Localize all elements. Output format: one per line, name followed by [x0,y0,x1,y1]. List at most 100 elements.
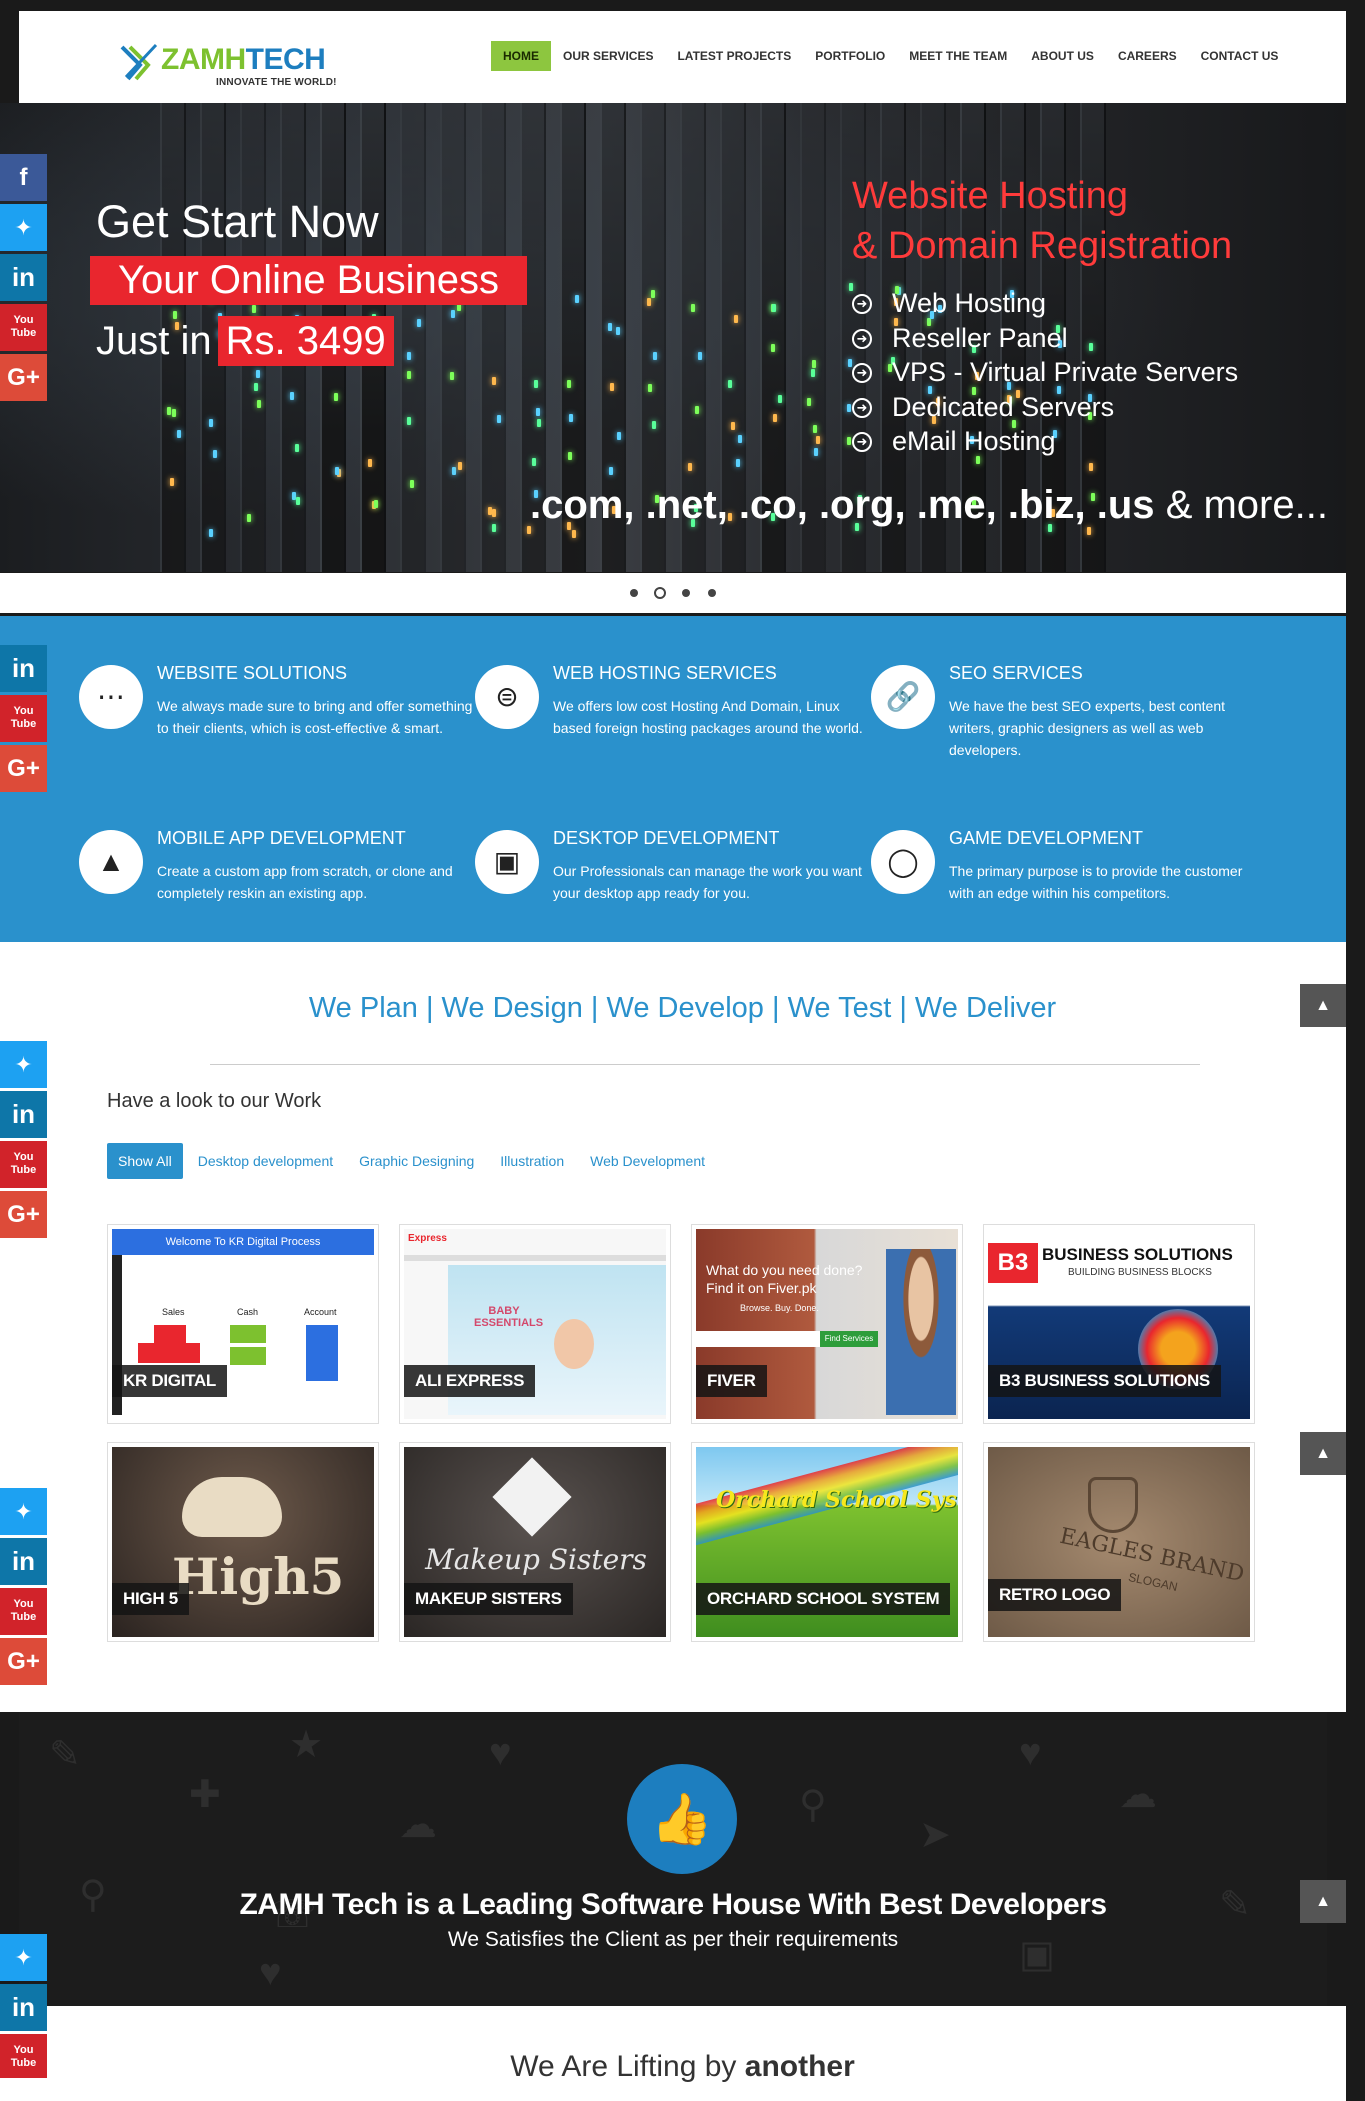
nav-latest-projects[interactable]: LATEST PROJECTS [665,41,803,71]
project-thumbnail: Express BABY ESSENTIALS ALI EXPRESS [404,1229,666,1419]
google-plus-icon[interactable]: G+ [0,354,47,401]
social-bar: f ✦ in You Tube G+ [0,154,47,404]
project-thumbnail: Orchard School System ORCHARD SCHOOL SYS… [696,1447,958,1637]
linkedin-icon[interactable]: in [0,645,47,692]
project-card-ali-express[interactable]: Express BABY ESSENTIALS ALI EXPRESS [399,1224,671,1424]
server-led [209,529,213,537]
nav-home[interactable]: HOME [491,41,551,71]
slider-dot[interactable] [630,589,638,597]
project-card-fiver[interactable]: What do you need done? Find it on Fiver.… [691,1224,963,1424]
server-led [257,400,261,408]
hero-headline: Get Start Now [96,196,379,247]
lifting-section: We Are Lifting by another [0,2006,1346,2101]
pattern-icon: ♥ [259,1952,282,1994]
twitter-icon[interactable]: ✦ [0,1041,47,1088]
project-caption: ORCHARD SCHOOL SYSTEM [696,1583,951,1615]
project-card-high-5[interactable]: High5 HIGH 5 [107,1442,379,1642]
service-desc: We offers low cost Hosting And Domain, L… [553,698,863,736]
server-led [177,430,181,438]
filter-illustration[interactable]: Illustration [489,1143,575,1179]
thumb-block [154,1325,186,1343]
thumb-sub: SLOGAN [1127,1569,1179,1595]
server-led [695,406,699,414]
server-led [209,419,213,427]
twitter-icon[interactable]: ✦ [0,1488,47,1535]
server-led [256,370,260,378]
google-plus-icon[interactable]: G+ [0,1638,47,1685]
site-logo[interactable]: ZAMHTECH INNOVATE THE WORLD! [120,37,360,89]
pattern-icon: ☁ [1119,1774,1157,1816]
linkedin-icon[interactable]: in [0,254,47,301]
server-led [247,514,251,522]
youtube-icon[interactable]: You Tube [0,1141,47,1188]
google-plus-icon[interactable]: G+ [0,1191,47,1238]
server-led [368,459,372,467]
nav-about-us[interactable]: ABOUT US [1019,41,1106,71]
server-led [731,422,735,430]
portfolio-filters: Show All Desktop development Graphic Des… [107,1143,720,1179]
filter-graphic-designing[interactable]: Graphic Designing [348,1143,485,1179]
nav-contact-us[interactable]: CONTACT US [1189,41,1291,71]
nav-our-services[interactable]: OUR SERVICES [551,41,665,71]
process-tagline: We Plan | We Design | We Develop | We Te… [308,992,1057,1024]
slider-dot[interactable] [708,589,716,597]
scroll-to-top-button[interactable]: ▲ [1300,1432,1346,1475]
google-plus-icon[interactable]: G+ [0,745,47,792]
site-header: ZAMHTECH INNOVATE THE WORLD! HOME OUR SE… [19,11,1346,103]
nav-meet-the-team[interactable]: MEET THE TEAM [897,41,1019,71]
server-led [537,419,541,427]
hero-slider[interactable]: Get Start Now Your Online Business Just … [0,103,1346,572]
project-card-kr-digital[interactable]: Welcome To KR Digital Process Sales Cash… [107,1224,379,1424]
filter-show-all[interactable]: Show All [107,1143,183,1179]
twitter-icon[interactable]: ✦ [0,204,47,251]
slider-dot-active[interactable] [654,587,666,599]
server-led [738,435,742,443]
server-led [773,414,777,422]
main-nav: HOME OUR SERVICES LATEST PROJECTS PORTFO… [491,41,1290,71]
server-led [698,352,702,360]
facebook-icon[interactable]: f [0,154,47,201]
page: { "header": { "logo": { "word_a": "ZAMH"… [0,0,1365,2101]
server-led [610,383,614,391]
scroll-to-top-button[interactable]: ▲ [1300,1880,1346,1923]
nav-portfolio[interactable]: PORTFOLIO [803,41,897,71]
thumb-title: Makeup Sisters [425,1543,647,1576]
thumb-search [696,1331,820,1347]
youtube-icon[interactable]: You Tube [0,304,47,351]
server-led [407,417,411,425]
project-card-orchard-school[interactable]: Orchard School System ORCHARD SCHOOL SYS… [691,1442,963,1642]
project-card-makeup-sisters[interactable]: Makeup Sisters MAKEUP SISTERS [399,1442,671,1642]
scroll-to-top-button[interactable]: ▲ [1300,984,1346,1027]
project-card-retro-logo[interactable]: EAGLES BRAND SLOGAN RETRO LOGO [983,1442,1255,1642]
server-led [772,304,776,312]
thumb-crest [1088,1477,1138,1533]
server-led [847,404,851,412]
arrow-right-icon: ➜ [852,328,872,349]
project-card-b3-business[interactable]: B3 BUSINESS SOLUTIONS BUILDING BUSINESS … [983,1224,1255,1424]
server-led [651,290,655,298]
banner-heading: ZAMH Tech is a Leading Software House Wi… [239,1888,1107,1921]
filter-desktop-development[interactable]: Desktop development [187,1143,344,1179]
linkedin-icon[interactable]: in [0,1984,47,2031]
server-led [811,369,815,377]
server-rack [440,103,466,572]
social-bar: ✦ in You Tube G+ [0,1041,47,1241]
server-led [534,380,538,388]
twitter-icon[interactable]: ✦ [0,1934,47,1981]
thumb-sub: BUILDING BUSINESS BLOCKS [1068,1267,1212,1278]
linkedin-icon[interactable]: in [0,1091,47,1138]
slider-dot[interactable] [682,589,690,597]
filter-web-development[interactable]: Web Development [579,1143,716,1179]
server-led [167,407,171,415]
youtube-icon[interactable]: You Tube [0,695,47,742]
youtube-icon[interactable]: You Tube [0,1588,47,1635]
youtube-icon[interactable]: You Tube [0,2034,47,2078]
server-led [407,352,411,360]
server-led [492,377,496,385]
server-led [569,414,573,422]
nav-careers[interactable]: CAREERS [1106,41,1189,71]
thumb-sub: Browse. Buy. Done. [740,1303,819,1313]
service-desc: Our Professionals can manage the work yo… [553,863,862,901]
hero-feature-item: ➜ Web Hosting [852,286,1238,321]
linkedin-icon[interactable]: in [0,1538,47,1585]
